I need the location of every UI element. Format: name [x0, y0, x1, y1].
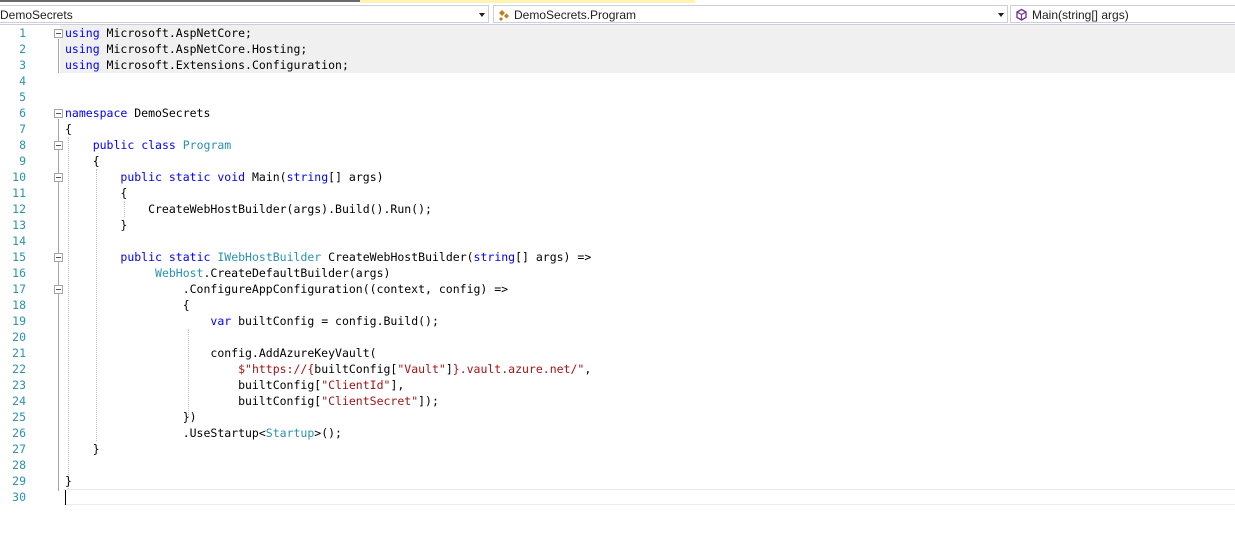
line-number: 3 [19, 58, 26, 72]
code-line: 20 [0, 329, 1235, 345]
code-line: 21 config.AddAzureKeyVault( [0, 345, 1235, 361]
code-line: 9 { [0, 153, 1235, 169]
line-number: 1 [19, 26, 26, 40]
code-text[interactable]: public static void Main(string[] args) [65, 169, 383, 185]
line-number: 10 [12, 170, 26, 184]
member-dropdown[interactable]: Main(string[] args) [1010, 5, 1235, 23]
project-dropdown[interactable]: DemoSecrets [0, 5, 489, 23]
code-text[interactable]: public class Program [65, 137, 232, 153]
line-number: 6 [19, 106, 26, 120]
code-line: 5 [0, 89, 1235, 105]
code-text[interactable]: } [65, 217, 127, 233]
line-number: 17 [12, 282, 26, 296]
line-number: 22 [12, 362, 26, 376]
class-dropdown[interactable]: DemoSecrets.Program [493, 5, 1008, 23]
line-number: 30 [12, 490, 26, 504]
line-number: 15 [12, 250, 26, 264]
line-number: 20 [12, 330, 26, 344]
code-line: 28 [0, 457, 1235, 473]
member-dropdown-label: Main(string[] args) [1032, 8, 1129, 22]
line-number: 12 [12, 202, 26, 216]
code-text[interactable]: using Microsoft.Extensions.Configuration… [65, 57, 349, 73]
code-line: 30 [0, 489, 1235, 505]
code-text[interactable]: .ConfigureAppConfiguration((context, con… [65, 281, 508, 297]
code-text[interactable]: WebHost.CreateDefaultBuilder(args) [65, 265, 390, 281]
code-line: 13 } [0, 217, 1235, 233]
code-text[interactable]: using Microsoft.AspNetCore.Hosting; [65, 41, 307, 57]
line-number: 4 [19, 74, 26, 88]
code-line: 10 public static void Main(string[] args… [0, 169, 1235, 185]
code-text[interactable]: builtConfig["ClientSecret"]); [65, 393, 439, 409]
project-dropdown-label: DemoSecrets [0, 8, 73, 22]
line-number: 19 [12, 314, 26, 328]
line-number: 13 [12, 218, 26, 232]
chevron-down-icon [479, 13, 485, 17]
method-icon [1015, 8, 1028, 22]
code-line: 18 { [0, 297, 1235, 313]
code-line: 27 } [0, 441, 1235, 457]
code-text[interactable]: builtConfig["ClientId"], [65, 377, 404, 393]
line-number: 21 [12, 346, 26, 360]
code-line: 15 public static IWebHostBuilder CreateW… [0, 249, 1235, 265]
line-number: 11 [12, 186, 26, 200]
code-editor[interactable]: 1 using Microsoft.AspNetCore; 2 using Mi… [0, 25, 1235, 544]
line-number: 7 [19, 122, 26, 136]
code-line: 26 .UseStartup<Startup>(); [0, 425, 1235, 441]
line-number: 24 [12, 394, 26, 408]
line-number: 18 [12, 298, 26, 312]
code-text[interactable]: } [65, 473, 72, 489]
code-line: 14 [0, 233, 1235, 249]
class-dropdown-label: DemoSecrets.Program [514, 8, 637, 22]
code-line: 6 namespace DemoSecrets [0, 105, 1235, 121]
code-text[interactable]: namespace DemoSecrets [65, 105, 210, 121]
code-line: 2 using Microsoft.AspNetCore.Hosting; [0, 41, 1235, 57]
code-line: 23 builtConfig["ClientId"], [0, 377, 1235, 393]
code-text[interactable]: public static IWebHostBuilder CreateWebH… [65, 249, 591, 265]
code-text[interactable]: } [65, 441, 100, 457]
code-line: 4 [0, 73, 1235, 89]
code-text[interactable]: { [65, 185, 127, 201]
line-number: 16 [12, 266, 26, 280]
line-number: 28 [12, 458, 26, 472]
code-text[interactable]: .UseStartup<Startup>(); [65, 425, 342, 441]
code-text[interactable]: { [65, 121, 72, 137]
code-line: 8 public class Program [0, 137, 1235, 153]
code-line: 11 { [0, 185, 1235, 201]
line-number: 5 [19, 90, 26, 104]
code-text[interactable]: { [65, 297, 190, 313]
code-line: 12 CreateWebHostBuilder(args).Build().Ru… [0, 201, 1235, 217]
line-number: 29 [12, 474, 26, 488]
code-text[interactable]: { [65, 153, 100, 169]
code-line: 7 { [0, 121, 1235, 137]
code-text[interactable]: }) [65, 409, 197, 425]
tab-strip-border [0, 0, 360, 2]
code-text[interactable]: CreateWebHostBuilder(args).Build().Run()… [65, 201, 432, 217]
chevron-down-icon [998, 13, 1004, 17]
code-text[interactable]: $"https://{builtConfig["Vault"]}.vault.a… [65, 361, 591, 377]
class-icon [497, 8, 511, 22]
line-number: 26 [12, 426, 26, 440]
code-line: 1 using Microsoft.AspNetCore; [0, 25, 1235, 41]
code-line: 19 var builtConfig = config.Build(); [0, 313, 1235, 329]
code-line: 22 $"https://{builtConfig["Vault"]}.vaul… [0, 361, 1235, 377]
code-line: 25 }) [0, 409, 1235, 425]
line-number: 8 [19, 138, 26, 152]
line-number: 27 [12, 442, 26, 456]
code-line: 17 .ConfigureAppConfiguration((context, … [0, 281, 1235, 297]
line-number: 2 [19, 42, 26, 56]
navigation-bar: DemoSecrets DemoSecrets.Program Main(str… [0, 3, 1235, 25]
code-text[interactable]: using Microsoft.AspNetCore; [65, 25, 252, 41]
line-number: 9 [19, 154, 26, 168]
code-text[interactable]: var builtConfig = config.Build(); [65, 313, 439, 329]
code-text[interactable]: config.AddAzureKeyVault( [65, 345, 376, 361]
code-line: 3 using Microsoft.Extensions.Configurati… [0, 57, 1235, 73]
code-line: 16 WebHost.CreateDefaultBuilder(args) [0, 265, 1235, 281]
line-number: 23 [12, 378, 26, 392]
line-number: 14 [12, 234, 26, 248]
line-number: 25 [12, 410, 26, 424]
code-line: 24 builtConfig["ClientSecret"]); [0, 393, 1235, 409]
code-line: 29 } [0, 473, 1235, 489]
